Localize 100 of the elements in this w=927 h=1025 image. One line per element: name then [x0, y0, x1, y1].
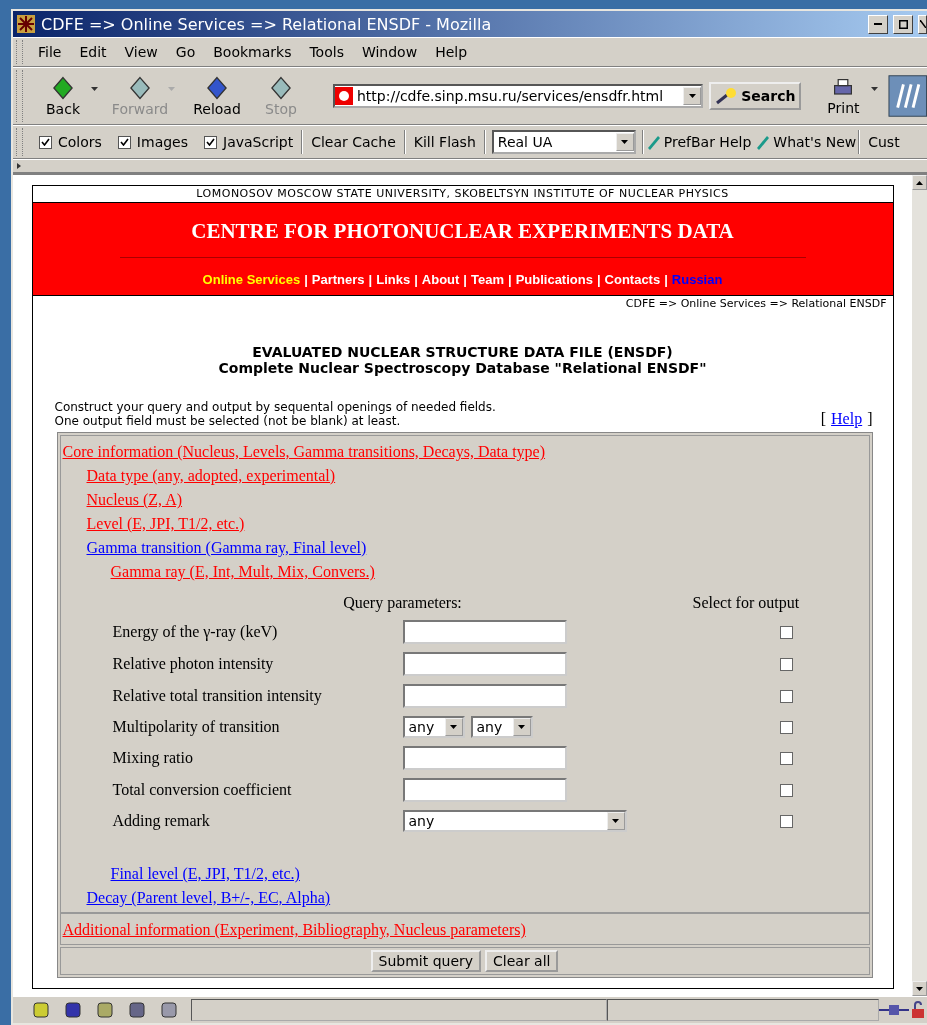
output-checkbox[interactable] — [780, 720, 793, 734]
separator: | — [304, 272, 308, 287]
menu-item[interactable]: Bookmarks — [206, 38, 299, 66]
menu-item[interactable]: Window — [354, 38, 425, 66]
output-checkbox[interactable] — [780, 657, 793, 671]
up-arrow-icon — [916, 180, 923, 185]
down-arrow-icon — [621, 140, 629, 144]
intro-text: One output field must be selected (not be blank) at least. — [54, 414, 402, 428]
input-field[interactable] — [402, 684, 567, 708]
logo-icon — [888, 74, 927, 118]
input-field[interactable] — [402, 652, 567, 676]
prefbar-link[interactable]: PrefBar Help — [643, 128, 754, 156]
nav-link[interactable]: Online Services — [202, 272, 301, 287]
maximize-button[interactable] — [893, 14, 913, 34]
field-label: Total conversion coefficient — [112, 781, 293, 799]
check-icon — [206, 138, 215, 146]
section-link[interactable]: Gamma transition (Gamma ray, Final level) — [86, 539, 367, 556]
down-arrow-icon — [871, 87, 879, 91]
section-link[interactable]: Decay (Parent level, B+/-, EC, Alpha) — [86, 889, 331, 906]
form-button[interactable]: Submit query — [370, 950, 482, 972]
output-checkbox[interactable] — [780, 783, 793, 797]
window-title: CDFE => Online Services => Relational ENSDF - Mozilla — [41, 14, 493, 34]
nav-link[interactable]: Contacts — [604, 272, 661, 287]
field-label: Relative total transition intensity — [112, 687, 323, 705]
menu-item[interactable]: View — [117, 38, 165, 66]
reload-icon — [204, 75, 230, 101]
form-button[interactable]: Clear all — [485, 950, 559, 972]
input-field[interactable] — [402, 746, 567, 770]
select-field[interactable]: any — [402, 716, 465, 738]
select-field[interactable]: any — [402, 810, 627, 832]
close-icon — [919, 20, 926, 28]
scrollbar[interactable] — [912, 175, 927, 996]
status-bar-icon[interactable] — [95, 1000, 115, 1020]
nav-link[interactable]: About — [421, 272, 460, 287]
status-bar-icon[interactable] — [31, 1000, 51, 1020]
menu-item[interactable]: Tools — [302, 38, 351, 66]
bracket: [ — [820, 410, 827, 428]
separator: | — [414, 272, 418, 287]
field-label: Multipolarity of transition — [112, 718, 281, 736]
nav-link[interactable]: Links — [376, 272, 411, 287]
bracket: ] — [867, 410, 873, 428]
prefbar-button[interactable]: Clear Cache — [303, 128, 404, 156]
toolbar-grip[interactable] — [16, 128, 23, 156]
prefbar-checkbox[interactable]: Images — [109, 128, 196, 156]
help-link[interactable]: Help — [831, 410, 863, 428]
separator: | — [664, 272, 668, 287]
column-heading: Query parameters: — [342, 594, 463, 612]
column-heading: Select for output — [692, 594, 801, 612]
field-label: Adding remark — [112, 812, 211, 830]
separator: | — [596, 272, 601, 287]
prefbar-button[interactable]: Cust — [860, 128, 900, 156]
down-arrow-icon — [916, 986, 923, 991]
section-link[interactable]: Final level (E, JPI, T1/2, etc.) — [110, 865, 300, 882]
output-checkbox[interactable] — [780, 751, 793, 765]
output-checkbox[interactable] — [780, 814, 793, 828]
site-title: CENTRE FOR PHOTONUCLEAR EXPERIMENTS DATA — [191, 219, 734, 244]
toolbar-grip[interactable] — [16, 40, 23, 64]
pen-icon — [755, 134, 772, 150]
down-arrow-icon — [518, 725, 525, 729]
menu-item[interactable]: Help — [428, 38, 475, 66]
output-checkbox[interactable] — [780, 689, 793, 703]
menu-item[interactable]: Edit — [72, 38, 114, 66]
nav-link[interactable]: Team — [471, 272, 504, 287]
separator: | — [368, 272, 373, 287]
back-icon — [50, 75, 76, 101]
nav-link[interactable]: Partners — [311, 272, 365, 287]
prefbar-link[interactable]: What's New — [753, 128, 859, 156]
toolbar-grip[interactable] — [16, 70, 23, 122]
search-button[interactable]: Search — [709, 82, 802, 110]
minimize-button[interactable] — [868, 14, 888, 34]
menu-item[interactable]: File — [31, 38, 69, 66]
page-heading: Complete Nuclear Spectroscopy Database "Relational ENSDF" — [217, 360, 708, 376]
separator: | — [508, 272, 512, 287]
status-bar-icon[interactable] — [63, 1000, 83, 1020]
field-label: Mixing ratio — [112, 749, 194, 767]
check-icon — [119, 138, 129, 146]
prefbar-button[interactable]: Kill Flash — [405, 128, 484, 156]
check-icon — [41, 138, 50, 146]
prefbar-checkbox[interactable]: Colors — [31, 128, 110, 156]
app-icon — [16, 14, 36, 34]
input-field[interactable] — [402, 778, 567, 802]
nav-button[interactable]: Reload — [185, 73, 249, 119]
separator: | — [463, 272, 467, 287]
input-field[interactable] — [402, 620, 567, 644]
plug-icon — [879, 1003, 909, 1017]
close-button[interactable] — [918, 14, 927, 34]
prefbar-checkbox[interactable]: JavaScript — [196, 128, 302, 156]
status-bar-icon[interactable] — [159, 1000, 179, 1020]
nav-link[interactable]: Publications — [515, 272, 593, 287]
output-checkbox[interactable] — [780, 625, 793, 639]
expand-arrow-icon[interactable] — [17, 163, 21, 169]
print-button[interactable]: Print — [811, 74, 889, 118]
pen-icon — [645, 134, 662, 150]
menu-item[interactable]: Go — [168, 38, 203, 66]
down-arrow-icon — [168, 87, 175, 91]
select-field[interactable]: any — [470, 716, 533, 738]
lock-icon — [909, 1001, 927, 1019]
nav-button[interactable]: Back — [31, 73, 108, 119]
status-bar-icon[interactable] — [127, 1000, 147, 1020]
select-field[interactable]: Real UA — [491, 130, 636, 154]
